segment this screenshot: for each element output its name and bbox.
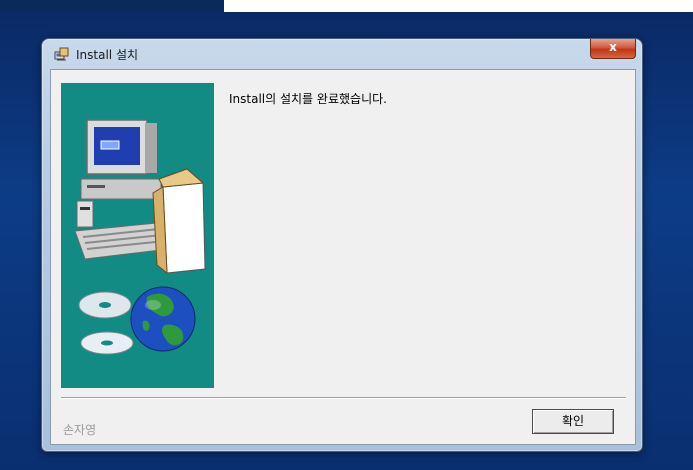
dialog-body: Install의 설치를 완료했습니다. 손자영 확인 — [50, 69, 636, 445]
install-dialog: Install 설치 x Install의 설치를 완료했습니다. 손자영 확인 — [41, 38, 643, 452]
installer-icon — [54, 47, 69, 61]
title-bar[interactable]: Install 설치 x — [42, 39, 642, 69]
close-icon: x — [609, 40, 617, 54]
footer-separator — [61, 397, 626, 399]
computer-and-globe-illustration — [74, 119, 206, 355]
top-edge-bar — [0, 0, 224, 12]
window-title: Install 설치 — [76, 48, 139, 62]
brand-label: 손자영 — [63, 423, 97, 437]
ok-button[interactable]: 확인 — [532, 409, 614, 434]
side-illustration — [61, 83, 214, 388]
completion-message: Install의 설치를 완료했습니다. — [229, 92, 387, 106]
close-button[interactable]: x — [590, 39, 636, 59]
